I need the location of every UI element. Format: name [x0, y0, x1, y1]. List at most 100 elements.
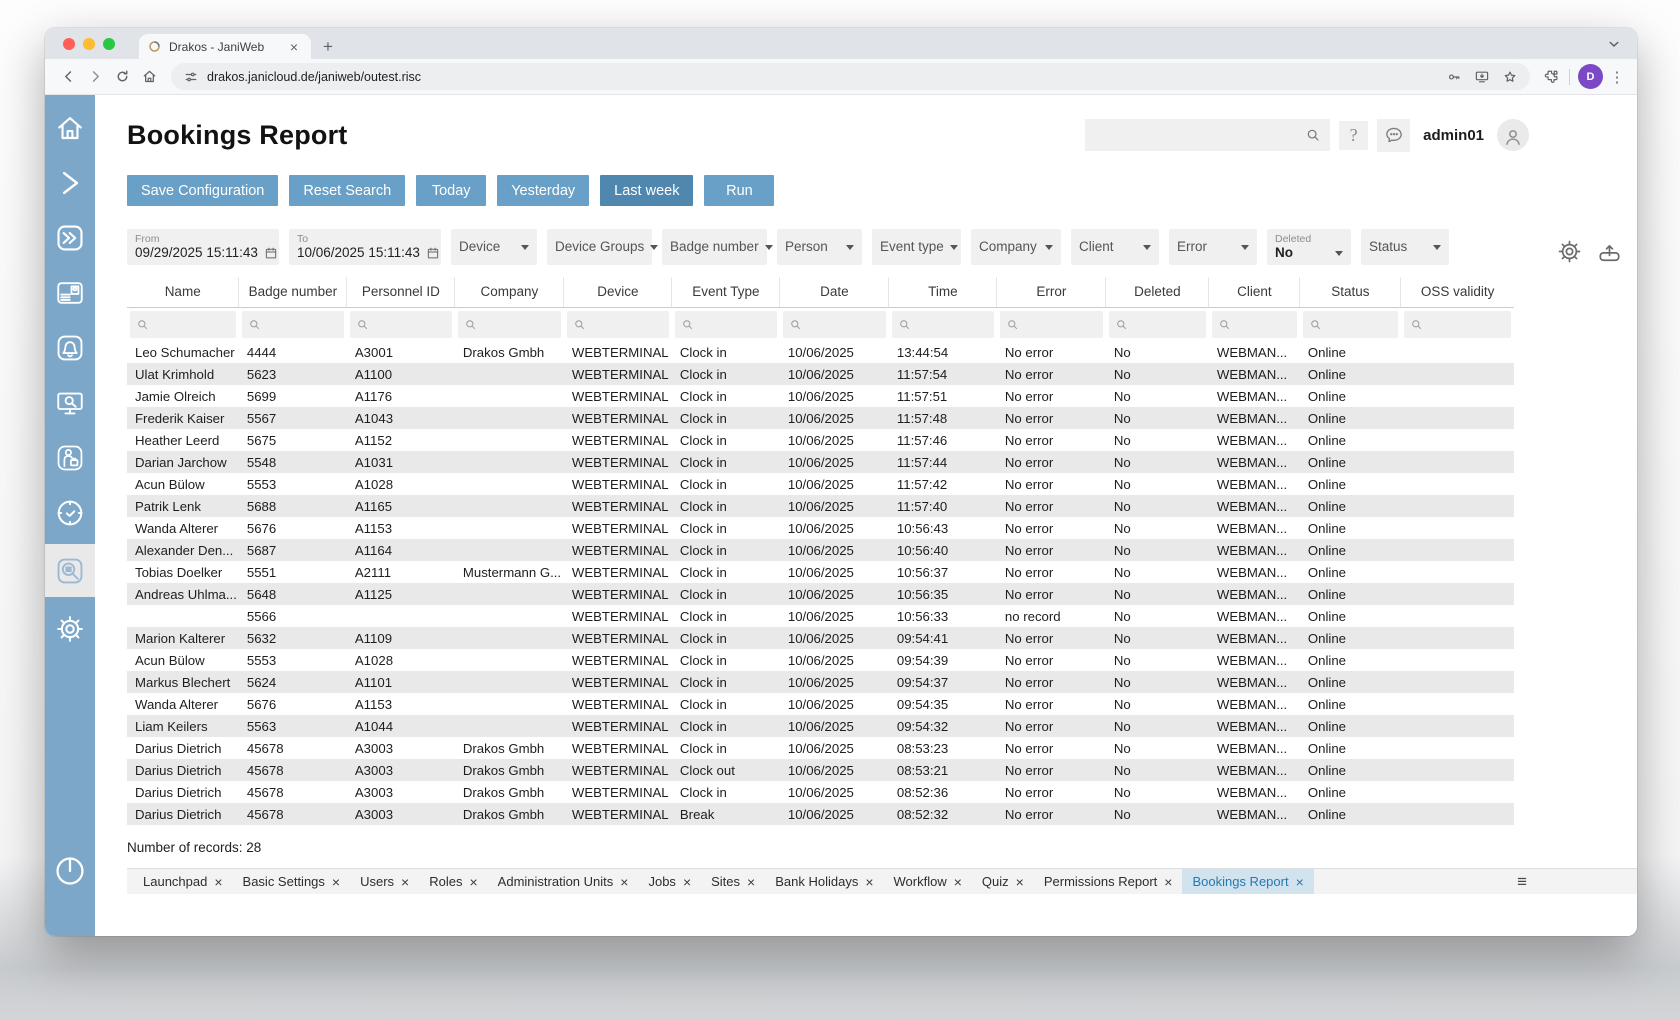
table-row[interactable]: Heather Leerd5675A1152WEBTERMINALClock i…: [127, 429, 1514, 451]
sidebar-item-reports[interactable]: [45, 544, 95, 597]
bottom-tab-launchpad[interactable]: Launchpad×: [133, 869, 233, 895]
column-header-date[interactable]: Date: [780, 277, 889, 307]
address-bar[interactable]: drakos.janicloud.de/janiweb/outest.risc: [171, 63, 1530, 90]
bottom-tab-jobs[interactable]: Jobs×: [638, 869, 701, 895]
help-button[interactable]: ?: [1339, 121, 1368, 150]
export-icon[interactable]: [1596, 238, 1623, 265]
column-filter-input-oss-validity[interactable]: [1404, 311, 1511, 338]
column-filter-input-client[interactable]: [1212, 311, 1297, 338]
close-icon[interactable]: ×: [332, 875, 340, 889]
column-header-client[interactable]: Client: [1209, 277, 1300, 307]
sidebar-item-logout[interactable]: [47, 848, 93, 894]
column-filter-input-date[interactable]: [783, 311, 886, 338]
table-row[interactable]: Frederik Kaiser5567A1043WEBTERMINALClock…: [127, 407, 1514, 429]
filter-error[interactable]: Error: [1169, 229, 1257, 265]
bottom-tab-permissions-report[interactable]: Permissions Report×: [1034, 869, 1183, 895]
table-row[interactable]: Tobias Doelker5551A2111Mustermann G...WE…: [127, 561, 1514, 583]
reset-search-button[interactable]: Reset Search: [289, 175, 405, 206]
column-filter-input-event-type[interactable]: [675, 311, 777, 338]
close-icon[interactable]: ×: [1296, 875, 1304, 889]
sidebar-item-fast-forward[interactable]: [47, 214, 93, 261]
table-row[interactable]: Darius Dietrich45678A3003Drakos GmbhWEBT…: [127, 781, 1514, 803]
minimize-window-button[interactable]: [83, 38, 95, 50]
table-row[interactable]: Acun Bülow5553A1028WEBTERMINALClock in10…: [127, 473, 1514, 495]
bottom-tab-roles[interactable]: Roles×: [419, 869, 487, 895]
sidebar-item-notifications[interactable]: [47, 324, 93, 371]
filter-device[interactable]: Device: [451, 229, 537, 265]
column-filter-input-time[interactable]: [892, 311, 994, 338]
reload-icon[interactable]: [109, 63, 136, 90]
table-row[interactable]: Andreas Uhlma...5648A1125WEBTERMINALCloc…: [127, 583, 1514, 605]
save-configuration-button[interactable]: Save Configuration: [127, 175, 278, 206]
bottom-tab-sites[interactable]: Sites×: [701, 869, 765, 895]
bookmark-star-icon[interactable]: [1502, 69, 1518, 85]
filter-badge-number[interactable]: Badge number: [662, 229, 767, 265]
column-header-time[interactable]: Time: [889, 277, 997, 307]
column-header-deleted[interactable]: Deleted: [1106, 277, 1209, 307]
global-search-input[interactable]: [1094, 128, 1305, 143]
close-icon[interactable]: ×: [1164, 875, 1172, 889]
table-row[interactable]: Jamie Olreich5699A1176WEBTERMINALClock i…: [127, 385, 1514, 407]
zoom-window-button[interactable]: [103, 38, 115, 50]
home-icon-toolbar[interactable]: [136, 63, 163, 90]
column-header-name[interactable]: Name: [127, 277, 239, 307]
close-window-button[interactable]: [63, 38, 75, 50]
filter-device-groups[interactable]: Device Groups: [547, 229, 652, 265]
new-tab-button[interactable]: +: [319, 37, 337, 55]
tab-list-hamburger-icon[interactable]: ≡: [1517, 872, 1527, 892]
close-icon[interactable]: ×: [865, 875, 873, 889]
table-row[interactable]: Liam Keilers5563A1044WEBTERMINALClock in…: [127, 715, 1514, 737]
sidebar-item-launch[interactable]: [47, 159, 93, 206]
close-icon[interactable]: ×: [683, 875, 691, 889]
bottom-tab-quiz[interactable]: Quiz×: [972, 869, 1034, 895]
sidebar-item-personnel[interactable]: [47, 434, 93, 481]
column-header-company[interactable]: Company: [455, 277, 564, 307]
filter-event-type[interactable]: Event type: [872, 229, 961, 265]
tab-search-chevron-icon[interactable]: [1605, 35, 1623, 53]
close-icon[interactable]: ×: [954, 875, 962, 889]
close-icon[interactable]: ×: [1016, 875, 1024, 889]
run-button[interactable]: Run: [704, 175, 774, 206]
table-row[interactable]: Marion Kalterer5632A1109WEBTERMINALClock…: [127, 627, 1514, 649]
table-row[interactable]: Wanda Alterer5676A1153WEBTERMINALClock i…: [127, 693, 1514, 715]
back-icon[interactable]: [55, 63, 82, 90]
column-filter-input-company[interactable]: [458, 311, 561, 338]
user-avatar[interactable]: [1497, 119, 1529, 151]
column-filter-input-device[interactable]: [567, 311, 669, 338]
column-header-badge-number[interactable]: Badge number: [239, 277, 347, 307]
bottom-tab-basic-settings[interactable]: Basic Settings×: [233, 869, 351, 895]
table-row[interactable]: Alexander Den...5687A1164WEBTERMINALCloc…: [127, 539, 1514, 561]
table-row[interactable]: Patrik Lenk5688A1165WEBTERMINALClock in1…: [127, 495, 1514, 517]
column-filter-input-badge-number[interactable]: [242, 311, 344, 338]
table-row[interactable]: Leo Schumacher4444A3001Drakos GmbhWEBTER…: [127, 341, 1514, 363]
gear-icon[interactable]: [1556, 238, 1583, 265]
close-icon[interactable]: ×: [214, 875, 222, 889]
site-settings-tune-icon[interactable]: [183, 69, 199, 85]
table-row[interactable]: Darian Jarchow5548A1031WEBTERMINALClock …: [127, 451, 1514, 473]
table-row[interactable]: Ulat Krimhold5623A1100WEBTERMINALClock i…: [127, 363, 1514, 385]
chat-button[interactable]: [1377, 119, 1410, 152]
filter-deleted[interactable]: DeletedNo: [1267, 229, 1351, 265]
close-icon[interactable]: ×: [469, 875, 477, 889]
close-icon[interactable]: ×: [401, 875, 409, 889]
close-icon[interactable]: ×: [620, 875, 628, 889]
table-row[interactable]: Darius Dietrich45678A3003Drakos GmbhWEBT…: [127, 803, 1514, 825]
column-header-personnel-id[interactable]: Personnel ID: [347, 277, 455, 307]
column-header-oss-validity[interactable]: OSS validity: [1401, 277, 1514, 307]
column-filter-input-name[interactable]: [130, 311, 236, 338]
column-filter-input-status[interactable]: [1303, 311, 1398, 338]
table-row[interactable]: Acun Bülow5553A1028WEBTERMINALClock in10…: [127, 649, 1514, 671]
column-header-error[interactable]: Error: [997, 277, 1106, 307]
table-row[interactable]: Darius Dietrich45678A3003Drakos GmbhWEBT…: [127, 759, 1514, 781]
sidebar-item-settings[interactable]: [47, 605, 93, 652]
install-app-icon[interactable]: [1474, 69, 1490, 85]
column-filter-input-error[interactable]: [1000, 311, 1103, 338]
bottom-tab-workflow[interactable]: Workflow×: [884, 869, 972, 895]
bottom-tab-bank-holidays[interactable]: Bank Holidays×: [765, 869, 883, 895]
sidebar-item-home[interactable]: [47, 104, 93, 151]
extensions-puzzle-icon[interactable]: [1538, 63, 1565, 90]
column-header-device[interactable]: Device: [564, 277, 672, 307]
browser-menu-kebab-icon[interactable]: ⋮: [1607, 68, 1627, 86]
close-tab-icon[interactable]: ×: [285, 38, 303, 56]
table-row[interactable]: Wanda Alterer5676A1153WEBTERMINALClock i…: [127, 517, 1514, 539]
